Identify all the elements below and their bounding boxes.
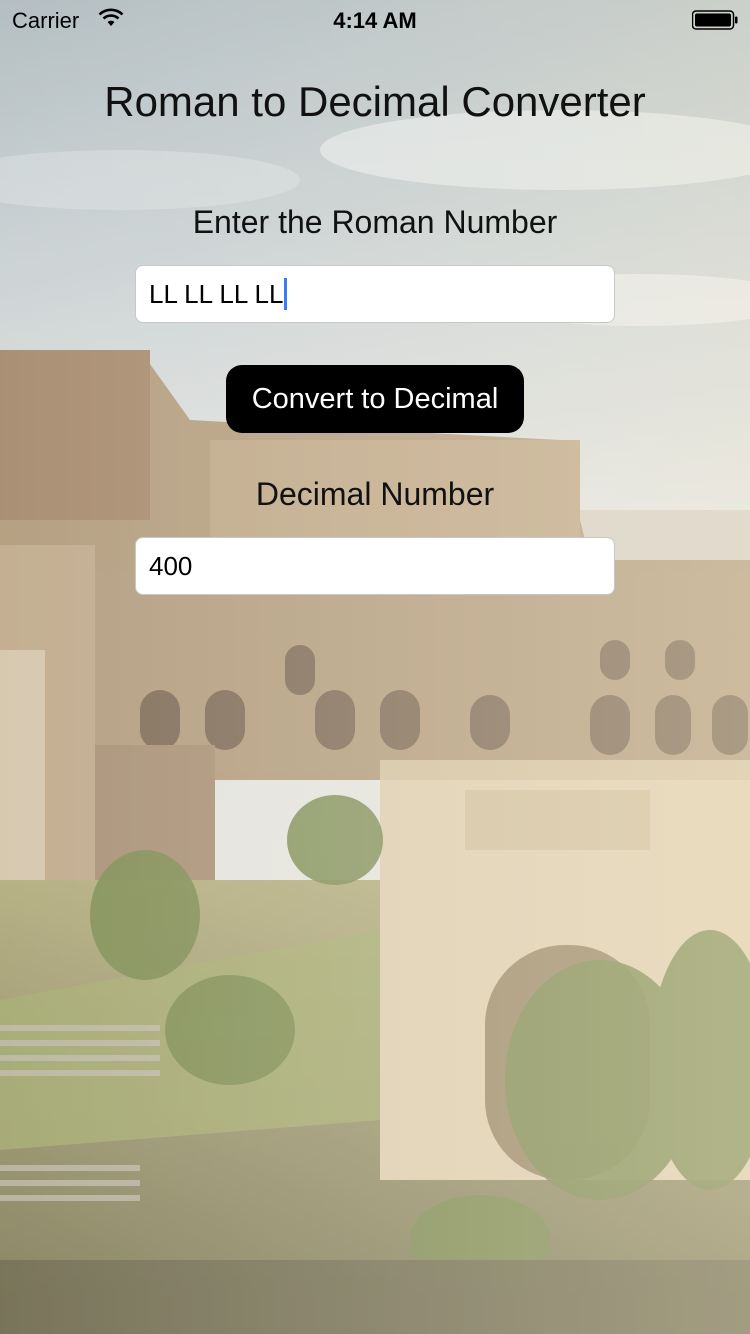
roman-number-input[interactable]: LL LL LL LL [135, 265, 615, 323]
roman-number-value: LL LL LL LL [149, 278, 284, 309]
roman-number-label: Enter the Roman Number [192, 204, 558, 240]
decimal-number-label: Decimal Number [255, 476, 495, 512]
text-caret [284, 278, 288, 310]
status-bar: Carrier 4:14 AM [0, 0, 750, 40]
page-title: Roman to Decimal Converter [104, 78, 646, 125]
decimal-number-output[interactable]: 400 [135, 537, 615, 595]
colosseum-background-image [0, 0, 750, 1334]
status-time: 4:14 AM [333, 8, 417, 33]
decimal-number-value: 400 [149, 550, 193, 581]
battery-icon [692, 10, 738, 30]
convert-to-decimal-button[interactable]: Convert to Decimal [226, 365, 524, 433]
